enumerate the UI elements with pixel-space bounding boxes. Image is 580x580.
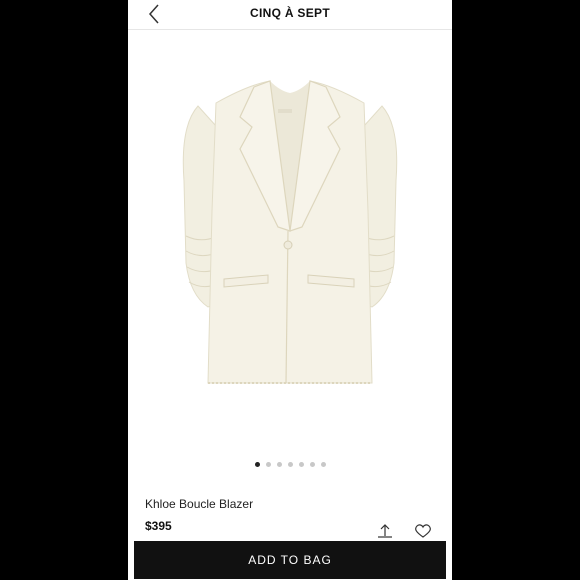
pagination-dot[interactable] (320, 462, 326, 467)
pagination-dot[interactable] (287, 462, 293, 467)
pagination-dot[interactable] (265, 462, 271, 467)
product-price: $395 (145, 519, 172, 533)
app-header: CINQ À SEPT (128, 0, 452, 30)
pagination-dot[interactable] (309, 462, 315, 467)
pagination-dot[interactable] (254, 462, 260, 467)
heart-icon (415, 524, 431, 538)
product-name: Khloe Boucle Blazer (145, 497, 254, 511)
product-screen: CINQ À SEPT Khloe Boucle Blazer $395 ADD… (128, 0, 452, 580)
share-button[interactable] (376, 524, 394, 538)
blazer-image (182, 80, 398, 384)
pagination-dot[interactable] (276, 462, 282, 467)
brand-title: CINQ À SEPT (250, 6, 330, 20)
share-icon (378, 524, 392, 538)
pagination-dot[interactable] (298, 462, 304, 467)
favorite-button[interactable] (412, 524, 434, 538)
add-to-bag-button[interactable]: ADD TO BAG (134, 541, 446, 579)
image-pagination (128, 462, 452, 467)
product-image[interactable] (128, 31, 452, 451)
